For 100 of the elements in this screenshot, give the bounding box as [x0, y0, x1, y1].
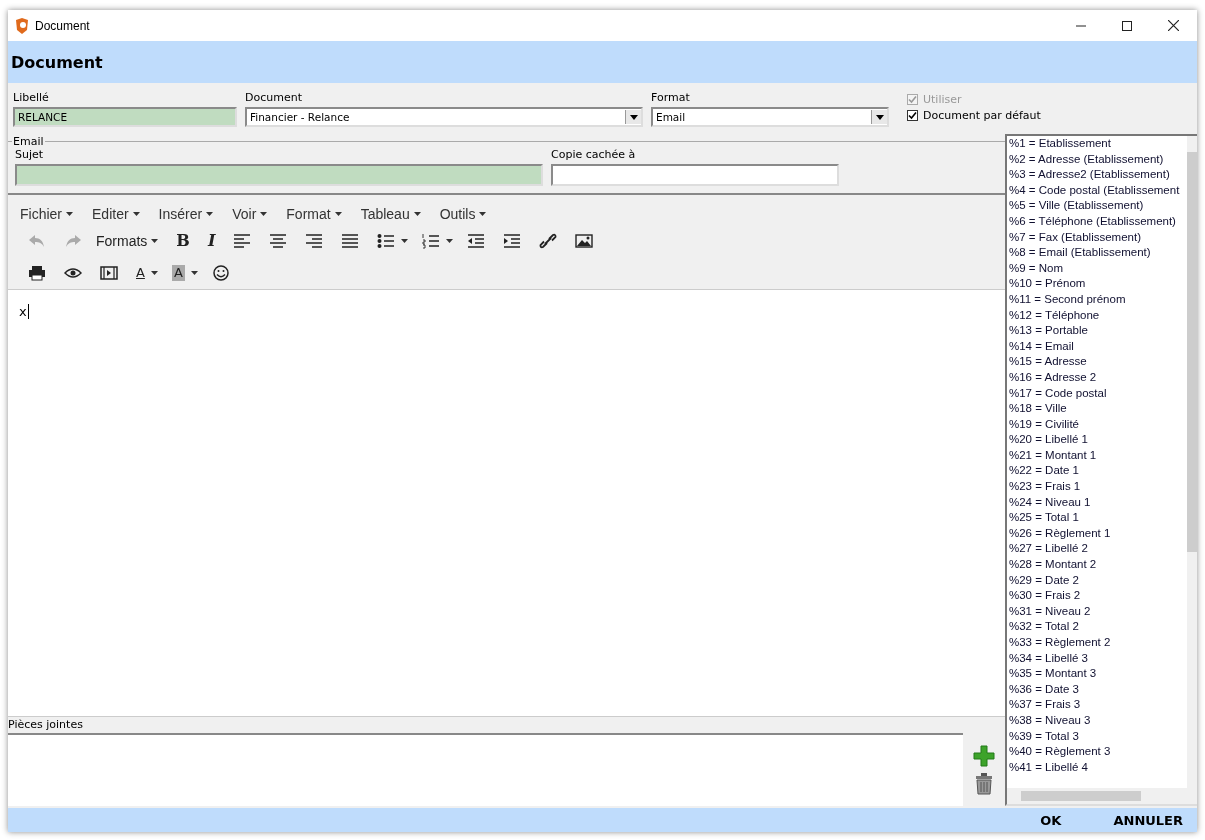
- variable-item[interactable]: %39 = Total 3: [1009, 728, 1187, 745]
- menu-item[interactable]: Outils: [439, 202, 487, 225]
- outdent-icon[interactable]: [467, 233, 486, 249]
- preview-icon[interactable]: [64, 265, 82, 281]
- variable-item[interactable]: %7 = Fax (Etablissement): [1009, 229, 1187, 246]
- caret-icon[interactable]: [413, 211, 421, 216]
- variable-item[interactable]: %38 = Niveau 3: [1009, 712, 1187, 729]
- variable-item[interactable]: %3 = Adresse2 (Etablissement): [1009, 167, 1187, 183]
- field-label: Libellé: [13, 91, 50, 104]
- image-icon[interactable]: [575, 233, 594, 249]
- justify-icon[interactable]: [341, 233, 360, 249]
- variable-item[interactable]: %37 = Frais 3: [1009, 697, 1187, 713]
- formats-dropdown[interactable]: Formats: [96, 233, 159, 249]
- variable-item[interactable]: %35 = Montant 3: [1009, 666, 1187, 682]
- italic-button[interactable]: I: [207, 233, 216, 249]
- caret-icon[interactable]: [66, 211, 73, 216]
- variable-item[interactable]: %18 = Ville: [1009, 401, 1187, 417]
- variable-item[interactable]: %29 = Date 2: [1009, 572, 1187, 589]
- menu-item[interactable]: Voir: [232, 202, 268, 225]
- caret-icon[interactable]: [132, 211, 140, 216]
- caret-icon[interactable]: [334, 211, 342, 216]
- text-color-button[interactable]: A: [136, 265, 145, 281]
- maximize-icon[interactable]: [1122, 20, 1132, 31]
- variable-item[interactable]: %22 = Date 1: [1009, 463, 1187, 480]
- variable-item[interactable]: %1 = Etablissement: [1009, 136, 1187, 152]
- variable-item[interactable]: %41 = Libellé 4: [1009, 759, 1187, 776]
- close-icon[interactable]: [1168, 20, 1179, 31]
- vertical-scrollbar[interactable]: [1187, 136, 1197, 788]
- indent-icon[interactable]: [503, 233, 522, 249]
- bcc-field[interactable]: [551, 164, 839, 186]
- footer-button[interactable]: OK: [1036, 810, 1066, 830]
- variable-item[interactable]: %12 = Téléphone: [1009, 307, 1187, 324]
- variable-item[interactable]: %25 = Total 1: [1009, 510, 1187, 526]
- variable-item[interactable]: %31 = Niveau 2: [1009, 603, 1187, 620]
- horizontal-scrollbar[interactable]: [1007, 788, 1197, 804]
- caret-icon[interactable]: [151, 239, 159, 243]
- variable-item[interactable]: %9 = Nom: [1009, 260, 1187, 277]
- menu-item[interactable]: Insérer: [158, 202, 214, 225]
- media-icon[interactable]: [100, 265, 118, 281]
- variable-item[interactable]: %11 = Second prénom: [1009, 291, 1187, 308]
- variable-item[interactable]: %13 = Portable: [1009, 323, 1187, 339]
- variable-item[interactable]: %17 = Code postal: [1009, 385, 1187, 402]
- checkbox-label: Document par défaut: [923, 109, 1041, 122]
- caret-icon[interactable]: [150, 271, 158, 275]
- bold-button[interactable]: B: [176, 233, 190, 249]
- document-dropdown[interactable]: Financier - Relance: [245, 107, 643, 127]
- caret-icon[interactable]: [629, 114, 638, 120]
- caret-icon[interactable]: [479, 211, 487, 216]
- variable-item[interactable]: %6 = Téléphone (Etablissement): [1009, 213, 1187, 230]
- variable-item[interactable]: %24 = Niveau 1: [1009, 494, 1187, 511]
- attachments-list[interactable]: [8, 733, 963, 806]
- link-icon[interactable]: [539, 233, 558, 249]
- trash-icon[interactable]: [975, 772, 993, 795]
- variable-item[interactable]: %20 = Libellé 1: [1009, 432, 1187, 448]
- add-icon[interactable]: [973, 744, 995, 767]
- menu-item[interactable]: Tableau: [360, 202, 421, 225]
- variable-item[interactable]: %32 = Total 2: [1009, 619, 1187, 635]
- variable-item[interactable]: %21 = Montant 1: [1009, 447, 1187, 464]
- variable-item[interactable]: %5 = Ville (Etablissement): [1009, 198, 1187, 214]
- align-left-icon[interactable]: [233, 233, 252, 249]
- background-color-button[interactable]: A: [171, 265, 185, 281]
- caret-icon[interactable]: [446, 239, 454, 243]
- variable-item[interactable]: %2 = Adresse (Etablissement): [1009, 151, 1187, 168]
- caret-icon[interactable]: [401, 239, 409, 243]
- variable-item[interactable]: %16 = Adresse 2: [1009, 369, 1187, 386]
- checkbox[interactable]: [907, 110, 918, 121]
- caret-icon[interactable]: [875, 114, 884, 120]
- variable-item[interactable]: %33 = Règlement 2: [1009, 635, 1187, 651]
- variable-item[interactable]: %14 = Email: [1009, 338, 1187, 355]
- variable-item[interactable]: %4 = Code postal (Etablissement: [1009, 182, 1187, 199]
- variable-item[interactable]: %30 = Frais 2: [1009, 588, 1187, 604]
- menu-item[interactable]: Format: [286, 202, 342, 225]
- variable-item[interactable]: %8 = Email (Etablissement): [1009, 245, 1187, 261]
- bullet-list-icon[interactable]: [377, 233, 396, 249]
- caret-icon[interactable]: [190, 271, 198, 275]
- footer-button[interactable]: ANNULER: [1109, 810, 1187, 830]
- variable-item[interactable]: %23 = Frais 1: [1009, 479, 1187, 495]
- caret-icon[interactable]: [206, 211, 214, 216]
- variable-item[interactable]: %28 = Montant 2: [1009, 557, 1187, 573]
- numbered-list-icon[interactable]: [422, 233, 441, 249]
- format-dropdown[interactable]: Email: [651, 107, 889, 127]
- variable-item[interactable]: %19 = Civilité: [1009, 416, 1187, 433]
- variable-item[interactable]: %40 = Règlement 3: [1009, 744, 1187, 760]
- variable-item[interactable]: %34 = Libellé 3: [1009, 650, 1187, 667]
- print-icon[interactable]: [28, 265, 46, 281]
- menu-item[interactable]: Fichier: [20, 202, 73, 225]
- variable-item[interactable]: %15 = Adresse: [1009, 354, 1187, 370]
- libelle-field[interactable]: RELANCE: [13, 107, 237, 127]
- subject-field[interactable]: [15, 164, 543, 186]
- field-label: Sujet: [15, 148, 45, 161]
- emoji-icon[interactable]: [211, 265, 230, 281]
- align-right-icon[interactable]: [305, 233, 324, 249]
- menu-item[interactable]: Editer: [92, 202, 140, 225]
- variable-item[interactable]: %27 = Libellé 2: [1009, 541, 1187, 558]
- editor-area[interactable]: x: [8, 289, 1005, 716]
- variable-item[interactable]: %36 = Date 3: [1009, 681, 1187, 698]
- variable-item[interactable]: %10 = Prénom: [1009, 276, 1187, 292]
- align-center-icon[interactable]: [269, 233, 288, 249]
- caret-icon[interactable]: [260, 211, 268, 216]
- variable-item[interactable]: %26 = Règlement 1: [1009, 525, 1187, 542]
